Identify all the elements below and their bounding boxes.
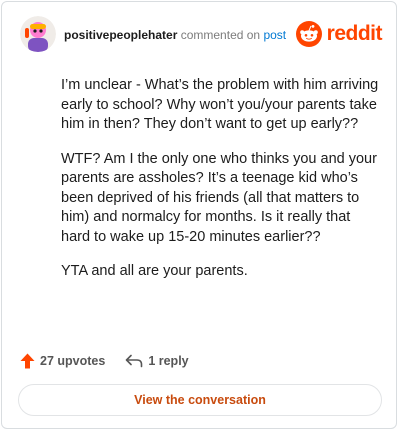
upvote-button[interactable]: 27 upvotes xyxy=(20,353,105,369)
comment-paragraph: I’m unclear - What’s the problem with hi… xyxy=(61,77,379,132)
comment-meta: positivepeoplehater commented on post xyxy=(64,28,286,42)
commented-on-label: commented on xyxy=(180,28,261,42)
comment-card: positivepeoplehater commented on post re… xyxy=(1,1,397,429)
comment-paragraph: WTF? Am I the only one who thinks you an… xyxy=(61,150,377,245)
comment-body: I’m unclear - What’s the problem with hi… xyxy=(61,76,383,297)
upvote-count: 27 upvotes xyxy=(40,354,106,368)
comment-paragraph: YTA and all are your parents. xyxy=(61,263,248,279)
username[interactable]: positivepeoplehater xyxy=(64,28,177,42)
reply-count: 1 reply xyxy=(148,354,189,368)
reply-arrow-icon xyxy=(126,354,143,368)
post-link[interactable]: post xyxy=(263,28,286,42)
comment-actions: 27 upvotes 1 reply xyxy=(20,351,189,371)
comment-header: positivepeoplehater commented on post re… xyxy=(20,16,383,56)
reply-button[interactable]: 1 reply xyxy=(125,354,189,368)
reddit-logo-icon xyxy=(295,21,322,47)
reddit-logo[interactable]: reddit xyxy=(295,20,383,48)
avatar[interactable] xyxy=(20,16,56,52)
reddit-logo-text: reddit xyxy=(326,22,383,45)
view-conversation-button[interactable]: View the conversation xyxy=(18,384,382,416)
upvote-arrow-icon xyxy=(20,353,35,369)
